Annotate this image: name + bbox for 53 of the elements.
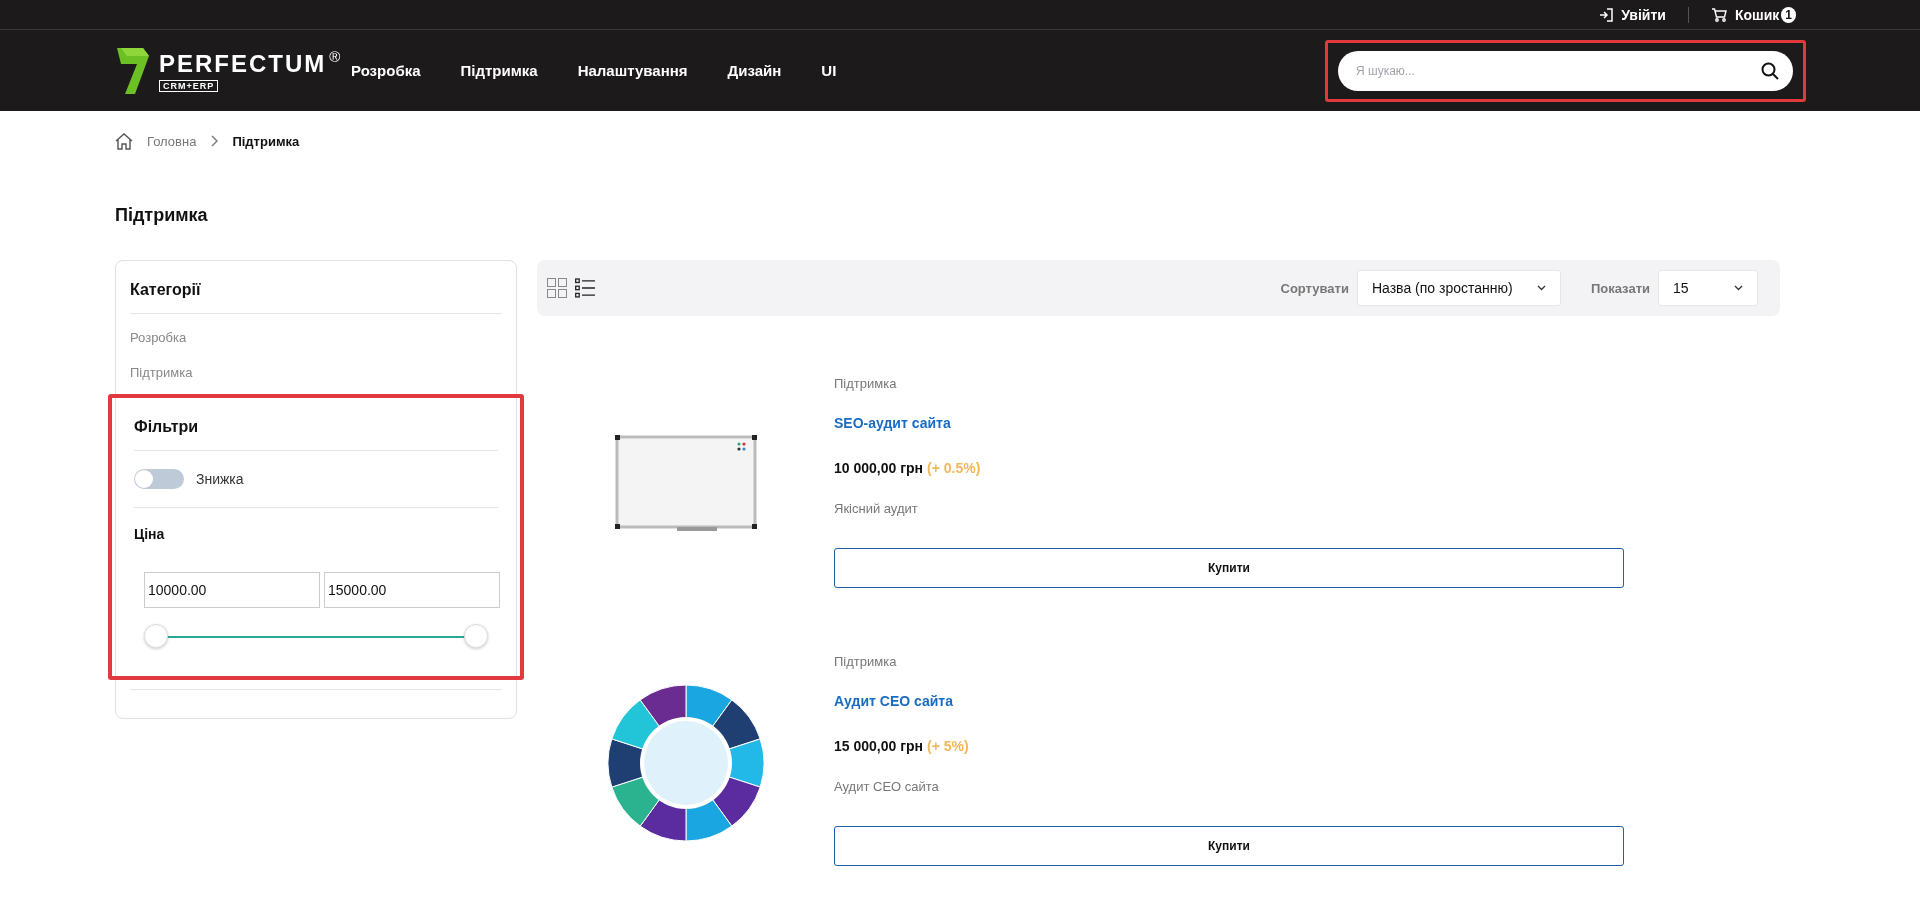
cart-link[interactable]: Кошик bbox=[1710, 6, 1780, 23]
category-link[interactable]: Розробка bbox=[130, 314, 502, 349]
product-description: Аудит СЕО сайта bbox=[834, 779, 940, 794]
max-price-field[interactable]: 15000.00 bbox=[324, 572, 500, 608]
slider-thumb[interactable] bbox=[144, 624, 168, 648]
breadcrumb-link[interactable]: Підтримка bbox=[232, 133, 300, 149]
categories-heading: Категорії bbox=[130, 280, 202, 300]
home-icon[interactable] bbox=[115, 132, 133, 150]
buy-button[interactable]: Купити bbox=[834, 548, 1624, 588]
chevron-icon bbox=[210, 135, 219, 147]
login-icon bbox=[1599, 7, 1614, 22]
bonus-percent: (+ 0.5%) bbox=[927, 460, 981, 476]
buy-button[interactable]: Купити bbox=[834, 826, 1624, 866]
product-price: 15 000,00 грн bbox=[834, 737, 923, 756]
bonus-percent: (+ 5%) bbox=[927, 738, 969, 754]
logo-tagline: CRM+ERP bbox=[159, 79, 219, 92]
nav-link[interactable]: Дизайн bbox=[727, 62, 782, 79]
chevron-down-icon bbox=[1734, 285, 1743, 291]
logo-icon bbox=[117, 47, 149, 94]
login-link[interactable]: Увійти bbox=[1599, 6, 1666, 23]
chevron-down-icon bbox=[1536, 285, 1546, 291]
page-title: Підтримка bbox=[115, 204, 209, 227]
sort-label: Сортувати bbox=[1280, 280, 1349, 296]
nav-link[interactable]: Налаштування bbox=[577, 62, 688, 79]
nav-link[interactable]: Розробка bbox=[351, 62, 421, 79]
search-icon[interactable] bbox=[1761, 61, 1779, 80]
registered-mark: ® bbox=[329, 47, 341, 65]
discount-toggle[interactable] bbox=[134, 469, 184, 489]
grid-view-button[interactable] bbox=[547, 278, 567, 298]
min-price-field[interactable]: 10000.00 bbox=[144, 572, 320, 608]
page-size-dropdown[interactable]: 15 bbox=[1658, 270, 1758, 306]
filters-heading: Фільтри bbox=[134, 417, 200, 437]
product-category: Підтримка bbox=[834, 376, 898, 391]
toggle-label: Знижка bbox=[196, 471, 244, 487]
list-view-button[interactable] bbox=[575, 278, 595, 298]
price-slider[interactable] bbox=[144, 624, 488, 650]
product-link[interactable]: SEO-аудит сайта bbox=[834, 415, 1624, 431]
sort-dropdown[interactable]: Назва (по зростанню) bbox=[1356, 270, 1561, 306]
slider-thumb[interactable] bbox=[464, 624, 488, 648]
category-link[interactable]: Підтримка bbox=[130, 349, 502, 384]
product-category: Підтримка bbox=[834, 654, 898, 669]
logo-name: PERFECTUM bbox=[159, 49, 327, 78]
price-heading: Ціна bbox=[134, 525, 166, 544]
nav-link[interactable]: UI bbox=[821, 62, 837, 79]
search-field[interactable]: Я шукаю... bbox=[1338, 50, 1793, 91]
product-link[interactable]: Аудит СЕО сайта bbox=[834, 693, 1624, 709]
nav-link[interactable]: Підтримка bbox=[460, 62, 538, 79]
product-price: 10 000,00 грн bbox=[834, 459, 923, 478]
cart-count: 1 bbox=[1781, 6, 1796, 23]
product-description: Якісний аудит bbox=[834, 501, 919, 516]
show-label: Показати bbox=[1590, 280, 1650, 296]
cart-icon bbox=[1710, 7, 1727, 22]
breadcrumb-link[interactable]: Головна bbox=[147, 133, 197, 149]
